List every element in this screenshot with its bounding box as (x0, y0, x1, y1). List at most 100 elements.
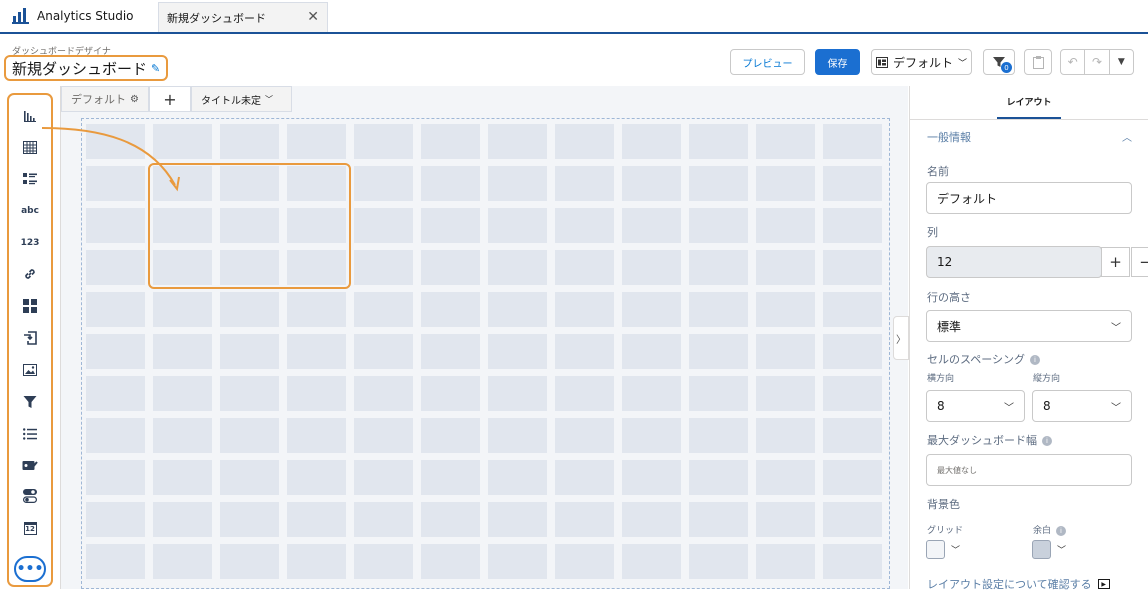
grid-cell[interactable] (555, 376, 614, 411)
grid-cell[interactable] (823, 418, 882, 453)
section-general[interactable]: 一般情報 ︿ (927, 129, 1132, 145)
grid-cell[interactable] (421, 418, 480, 453)
grid-cell[interactable] (153, 544, 212, 579)
grid-cell[interactable] (756, 166, 815, 201)
grid-cell[interactable] (823, 124, 882, 159)
grid-cell[interactable] (153, 250, 212, 285)
grid-cell[interactable] (86, 292, 145, 327)
grid-cell[interactable] (689, 292, 748, 327)
horizontal-spacing-select[interactable]: 8 ﹀ (926, 390, 1025, 422)
grid-cell[interactable] (287, 334, 346, 369)
grid-cell[interactable] (287, 250, 346, 285)
grid-cell[interactable] (756, 292, 815, 327)
grid-cell[interactable] (220, 376, 279, 411)
container-icon[interactable] (9, 295, 51, 317)
more-widgets-button[interactable]: ••• (14, 556, 46, 582)
clipboard-button[interactable] (1024, 49, 1052, 75)
close-icon[interactable]: ✕ (307, 9, 319, 25)
grid-cell[interactable] (823, 334, 882, 369)
grid-cell[interactable] (220, 208, 279, 243)
grid-cell[interactable] (622, 208, 681, 243)
layout-grid[interactable] (81, 118, 890, 589)
grid-cell[interactable] (153, 292, 212, 327)
grid-cell[interactable] (689, 208, 748, 243)
grid-cell[interactable] (622, 250, 681, 285)
grid-cell[interactable] (622, 418, 681, 453)
layout-help-link[interactable]: レイアウト設定について確認する ▶ (927, 576, 1110, 592)
grid-cell[interactable] (421, 544, 480, 579)
grid-cell[interactable] (354, 292, 413, 327)
max-width-input[interactable]: 最大値なし (926, 454, 1132, 486)
grid-cell[interactable] (354, 418, 413, 453)
filter-icon[interactable] (9, 391, 51, 413)
link-icon[interactable] (9, 263, 51, 285)
grid-cell[interactable] (622, 334, 681, 369)
grid-cell[interactable] (354, 124, 413, 159)
grid-cell[interactable] (86, 376, 145, 411)
chevron-up-icon[interactable]: ︿ (1122, 129, 1132, 145)
grid-cell[interactable] (622, 502, 681, 537)
chevron-down-icon[interactable]: ﹀ (1057, 543, 1066, 556)
grid-cell[interactable] (823, 376, 882, 411)
redo-icon[interactable]: ↷ (1085, 50, 1110, 74)
grid-cell[interactable] (488, 208, 547, 243)
grid-cell[interactable] (354, 334, 413, 369)
grid-cell[interactable] (689, 166, 748, 201)
grid-cell[interactable] (287, 166, 346, 201)
grid-cell[interactable] (421, 292, 480, 327)
grid-cell[interactable] (689, 544, 748, 579)
grid-cell[interactable] (756, 208, 815, 243)
dashboard-title[interactable]: 新規ダッシュボード ✎ (4, 55, 169, 81)
grid-cell[interactable] (756, 460, 815, 495)
grid-cell[interactable] (86, 250, 145, 285)
grid-cell[interactable] (756, 124, 815, 159)
grid-cell[interactable] (622, 376, 681, 411)
grid-cell[interactable] (220, 166, 279, 201)
grid-cell[interactable] (86, 208, 145, 243)
margin-color-swatch[interactable] (1032, 540, 1051, 559)
grid-cell[interactable] (86, 166, 145, 201)
grid-cell[interactable] (823, 460, 882, 495)
grid-cell[interactable] (287, 124, 346, 159)
grid-cell[interactable] (756, 502, 815, 537)
menu-chevron-icon[interactable]: ▼ (1110, 50, 1133, 74)
grid-cell[interactable] (555, 460, 614, 495)
grid-cell[interactable] (220, 250, 279, 285)
table-icon[interactable] (9, 136, 51, 158)
name-field[interactable]: デフォルト (926, 182, 1132, 214)
grid-cell[interactable] (153, 334, 212, 369)
info-icon[interactable]: i (1042, 436, 1052, 446)
grid-cell[interactable] (354, 250, 413, 285)
grid-cell[interactable] (354, 460, 413, 495)
grid-cell[interactable] (287, 460, 346, 495)
page-tab-untitled[interactable]: タイトル未定 ﹀ (190, 86, 292, 112)
grid-cell[interactable] (354, 208, 413, 243)
vertical-spacing-select[interactable]: 8 ﹀ (1032, 390, 1132, 422)
columns-increment-button[interactable]: + (1101, 247, 1130, 277)
grid-cell[interactable] (220, 544, 279, 579)
chevron-right-icon[interactable]: 〉 (893, 316, 909, 360)
grid-cell[interactable] (153, 208, 212, 243)
grid-cell[interactable] (823, 544, 882, 579)
grid-cell[interactable] (287, 292, 346, 327)
pencil-icon[interactable]: ✎ (151, 62, 160, 75)
grid-cell[interactable] (622, 166, 681, 201)
grid-cell[interactable] (555, 544, 614, 579)
grid-cell[interactable] (488, 292, 547, 327)
grid-cell[interactable] (622, 460, 681, 495)
preview-button[interactable]: プレビュー (730, 49, 805, 75)
info-icon[interactable]: i (1056, 525, 1067, 536)
grid-cell[interactable] (689, 460, 748, 495)
tab-layout[interactable]: レイアウト (997, 86, 1061, 119)
toggle-icon[interactable] (9, 485, 51, 507)
grid-cell[interactable] (823, 292, 882, 327)
grid-cell[interactable] (555, 418, 614, 453)
list-icon[interactable] (9, 423, 51, 445)
grid-cell[interactable] (354, 502, 413, 537)
list-widget-icon[interactable] (9, 168, 51, 190)
grid-cell[interactable] (555, 502, 614, 537)
grid-cell[interactable] (488, 250, 547, 285)
grid-cell[interactable] (153, 124, 212, 159)
grid-cell[interactable] (86, 124, 145, 159)
image-icon[interactable] (9, 359, 51, 381)
